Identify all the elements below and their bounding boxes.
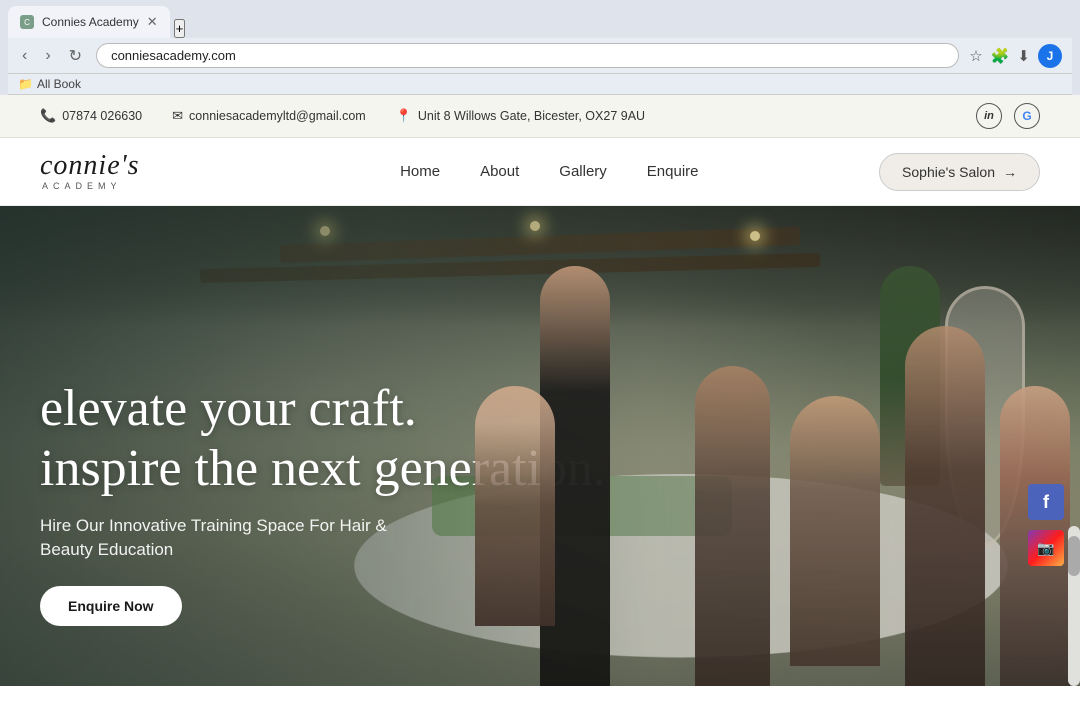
url-input[interactable]: [96, 43, 959, 68]
google-icon: G: [1022, 109, 1031, 123]
facebook-icon: f: [1043, 492, 1049, 513]
hero-subtext: Hire Our Innovative Training Space For H…: [40, 514, 460, 562]
nav-about[interactable]: About: [480, 163, 519, 180]
email-address[interactable]: conniesacademyltd@gmail.com: [189, 109, 366, 123]
browser-actions: ☆ 🧩 ⬇ J: [969, 44, 1062, 68]
scrollbar[interactable]: [1068, 526, 1080, 686]
extensions-icon[interactable]: 🧩: [991, 47, 1010, 65]
new-tab-button[interactable]: +: [174, 19, 186, 38]
seated-person: [475, 386, 555, 626]
nav-enquire[interactable]: Enquire: [647, 163, 699, 180]
site-logo[interactable]: connie's ACADEMY: [40, 152, 140, 191]
hero-subtext-line2: Beauty Education: [40, 540, 173, 559]
bookmarks-folder-icon: 📁: [18, 77, 33, 91]
nav-cta-arrow: →: [1003, 164, 1017, 180]
reload-button[interactable]: ↻: [65, 44, 86, 68]
logo-name: connie's: [40, 152, 140, 180]
phone-icon: 📞: [40, 108, 56, 124]
phone-info: 📞 07874 026630: [40, 108, 142, 124]
scroll-thumb[interactable]: [1068, 536, 1080, 576]
address-text: Unit 8 Willows Gate, Bicester, OX27 9AU: [418, 109, 645, 123]
profile-avatar[interactable]: J: [1038, 44, 1062, 68]
nav-home[interactable]: Home: [400, 163, 440, 180]
phone-number: 07874 026630: [62, 109, 142, 123]
instagram-sidebar-glyph: 📷: [1037, 540, 1054, 557]
tab-close-button[interactable]: ✕: [147, 14, 158, 30]
instagram-sidebar-icon[interactable]: 📷: [1028, 530, 1064, 566]
website-content: 📞 07874 026630 ✉ conniesacademyltd@gmail…: [0, 95, 1080, 725]
nav-links: Home About Gallery Enquire: [220, 163, 880, 181]
email-info: ✉ conniesacademyltd@gmail.com: [172, 108, 366, 124]
nav-gallery[interactable]: Gallery: [559, 163, 607, 180]
enquire-now-button[interactable]: Enquire Now: [40, 586, 182, 626]
address-info: 📍 Unit 8 Willows Gate, Bicester, OX27 9A…: [396, 108, 645, 124]
logo-subtitle: ACADEMY: [42, 182, 140, 191]
browser-chrome: C Connies Academy ✕ + ‹ › ↻ ☆ 🧩 ⬇ J 📁 Al…: [0, 0, 1080, 95]
bookmark-star-icon[interactable]: ☆: [969, 47, 982, 65]
person-3: [790, 396, 880, 666]
email-icon: ✉: [172, 108, 183, 124]
location-icon: 📍: [396, 108, 412, 124]
back-button[interactable]: ‹: [18, 45, 31, 67]
active-tab[interactable]: C Connies Academy ✕: [8, 6, 170, 38]
download-icon[interactable]: ⬇: [1017, 47, 1030, 65]
person-4: [695, 366, 770, 686]
bookmarks-bar: 📁 All Book: [8, 74, 1072, 95]
address-bar: ‹ › ↻ ☆ 🧩 ⬇ J: [8, 38, 1072, 74]
hero-section: elevate your craft. inspire the next gen…: [0, 206, 1080, 686]
tab-title: Connies Academy: [42, 15, 139, 29]
google-link[interactable]: G: [1014, 103, 1040, 129]
forward-button[interactable]: ›: [41, 45, 54, 67]
tab-favicon: C: [20, 15, 34, 29]
instagram-link[interactable]: in: [976, 103, 1002, 129]
social-sidebar: f 📷: [1028, 484, 1064, 566]
nav-cta-label: Sophie's Salon: [902, 164, 995, 180]
bookmarks-label[interactable]: All Book: [37, 77, 81, 91]
sophies-salon-button[interactable]: Sophie's Salon →: [879, 153, 1040, 191]
info-bar: 📞 07874 026630 ✉ conniesacademyltd@gmail…: [0, 95, 1080, 138]
social-icons-bar: in G: [976, 103, 1040, 129]
instagram-icon: in: [984, 110, 994, 122]
hero-subtext-line1: Hire Our Innovative Training Space For H…: [40, 516, 387, 535]
person-2: [905, 326, 985, 686]
navbar: connie's ACADEMY Home About Gallery Enqu…: [0, 138, 1080, 206]
facebook-sidebar-icon[interactable]: f: [1028, 484, 1064, 520]
